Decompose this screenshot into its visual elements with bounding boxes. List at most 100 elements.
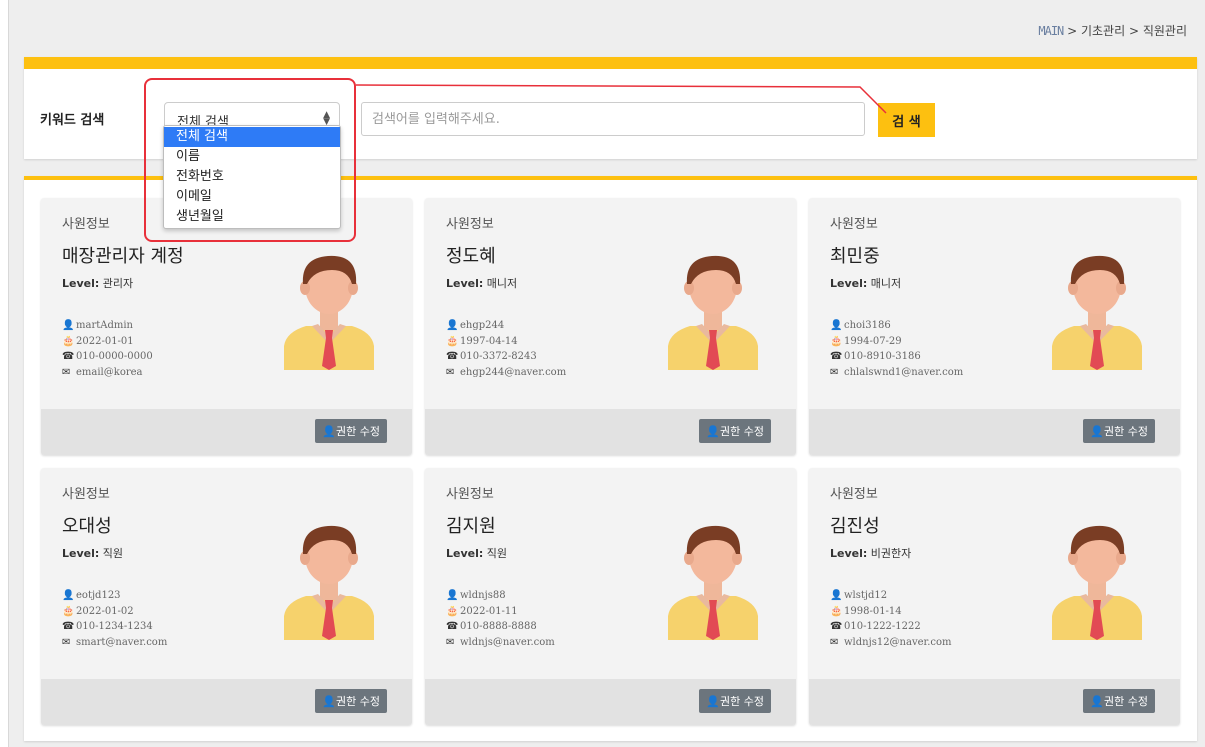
edit-permission-label: 권한 수정	[336, 695, 380, 708]
card-footer: 👤권한 수정	[425, 679, 796, 725]
breadcrumb-level1[interactable]: 기초관리	[1081, 24, 1125, 38]
user-icon: 👤	[322, 425, 337, 438]
envelope-icon: ✉	[446, 366, 455, 378]
user-icon: 👤	[830, 320, 843, 331]
employee-level: Level: 비권한자	[830, 545, 911, 561]
user-icon: 👤	[706, 695, 721, 708]
employee-avatar-icon	[668, 255, 758, 370]
employee-card: 사원정보 오대성 Level: 직원 👤 eotjd123 🎂 2022-01-02…	[41, 468, 412, 725]
employee-name: 매장관리자 계정	[62, 246, 184, 267]
employee-phone: 010-1222-1222	[844, 621, 921, 632]
employee-phone: 010-3372-8243	[460, 351, 537, 362]
left-edge-bar	[0, 0, 9, 747]
employee-date: 2022-01-01	[76, 335, 134, 347]
edit-permission-button[interactable]: 👤권한 수정	[1083, 419, 1155, 443]
breadcrumb: MAIN > 기초관리 > 직원관리	[1038, 22, 1187, 39]
employee-email: chlalswnd1@naver.com	[844, 366, 964, 378]
card-title: 사원정보	[62, 217, 110, 232]
card-footer: 👤권한 수정	[809, 409, 1180, 455]
dropdown-option-email[interactable]: 이메일	[164, 187, 340, 207]
employee-date: 2022-01-11	[460, 605, 518, 617]
employee-avatar-icon	[1052, 525, 1142, 640]
employee-level: Level: 직원	[62, 545, 123, 561]
breadcrumb-root[interactable]: MAIN	[1038, 24, 1064, 38]
birthday-cake-icon: 🎂	[830, 335, 843, 347]
edit-permission-label: 권한 수정	[1104, 425, 1148, 438]
card-footer: 👤권한 수정	[41, 409, 412, 455]
employee-phone: 010-1234-1234	[76, 621, 153, 632]
edit-permission-label: 권한 수정	[336, 425, 380, 438]
employee-phone: 010-8910-3186	[844, 351, 921, 362]
birthday-cake-icon: 🎂	[830, 605, 843, 617]
edit-permission-button[interactable]: 👤권한 수정	[315, 419, 387, 443]
card-title: 사원정보	[830, 217, 878, 232]
user-icon: 👤	[830, 590, 843, 601]
employee-avatar-icon	[668, 525, 758, 640]
breadcrumb-separator: >	[1063, 24, 1081, 38]
employee-info: 👤 ehgp244 🎂 1997-04-14 ☎ 010-3372-8243 ✉ ehg…	[446, 318, 566, 380]
employee-card: 사원정보 김진성 Level: 비권한자 👤 wlstjd12 🎂 1998-01-…	[809, 468, 1180, 725]
dropdown-option-birthdate[interactable]: 생년월일	[164, 207, 340, 227]
edit-permission-button[interactable]: 👤권한 수정	[699, 689, 771, 713]
envelope-icon: ✉	[830, 366, 839, 378]
level-label: Level:	[62, 547, 100, 560]
birthday-cake-icon: 🎂	[62, 605, 75, 617]
user-icon: 👤	[322, 695, 337, 708]
phone-icon: ☎	[446, 351, 459, 362]
phone-icon: ☎	[62, 351, 75, 362]
edit-permission-label: 권한 수정	[1104, 695, 1148, 708]
breadcrumb-level2: 직원관리	[1142, 24, 1187, 38]
employee-date: 1998-01-14	[844, 605, 902, 617]
level-value: 관리자	[102, 277, 134, 290]
birthday-cake-icon: 🎂	[62, 335, 75, 347]
employee-email: wldnjs12@naver.com	[844, 636, 952, 648]
employee-date: 1994-07-29	[844, 335, 902, 347]
sort-arrows-icon: ▲ ▼	[323, 110, 330, 127]
employee-email: wldnjs@naver.com	[460, 636, 555, 648]
level-value: 비권한자	[870, 547, 912, 560]
dropdown-option-all[interactable]: 전체 검색	[164, 127, 340, 147]
employee-level: Level: 관리자	[62, 275, 133, 291]
edit-permission-button[interactable]: 👤권한 수정	[699, 419, 771, 443]
level-value: 매니저	[870, 277, 902, 290]
employee-card: 사원정보 최민중 Level: 매니저 👤 choi3186 🎂 1994-07-2…	[809, 198, 1180, 455]
card-footer: 👤권한 수정	[809, 679, 1180, 725]
card-title: 사원정보	[830, 487, 878, 502]
phone-icon: ☎	[62, 621, 75, 632]
employee-info: 👤 eotjd123 🎂 2022-01-02 ☎ 010-1234-1234 ✉ sm…	[62, 588, 167, 650]
envelope-icon: ✉	[446, 636, 455, 648]
edit-permission-button[interactable]: 👤권한 수정	[315, 689, 387, 713]
employee-id: ehgp244	[460, 320, 505, 331]
card-title: 사원정보	[62, 487, 110, 502]
phone-icon: ☎	[446, 621, 459, 632]
level-value: 직원	[102, 547, 124, 560]
user-icon: 👤	[1090, 425, 1105, 438]
employee-avatar-icon	[284, 255, 374, 370]
card-footer: 👤권한 수정	[425, 409, 796, 455]
employee-level: Level: 매니저	[446, 275, 517, 291]
employee-id: choi3186	[844, 320, 891, 331]
level-value: 매니저	[486, 277, 518, 290]
level-label: Level:	[830, 277, 868, 290]
envelope-icon: ✉	[62, 636, 71, 648]
employee-date: 2022-01-02	[76, 605, 134, 617]
user-icon: 👤	[62, 320, 75, 331]
card-title: 사원정보	[446, 487, 494, 502]
birthday-cake-icon: 🎂	[446, 605, 459, 617]
employee-id: eotjd123	[76, 590, 121, 601]
dropdown-option-name[interactable]: 이름	[164, 147, 340, 167]
birthday-cake-icon: 🎂	[446, 335, 459, 347]
employee-level: Level: 직원	[446, 545, 507, 561]
employee-id: martAdmin	[76, 320, 133, 331]
dropdown-option-phone[interactable]: 전화번호	[164, 167, 340, 187]
edit-permission-button[interactable]: 👤권한 수정	[1083, 689, 1155, 713]
search-input[interactable]	[361, 102, 865, 136]
user-icon: 👤	[446, 590, 459, 601]
employee-level: Level: 매니저	[830, 275, 901, 291]
employee-info: 👤 martAdmin 🎂 2022-01-01 ☎ 010-0000-0000 ✉ e…	[62, 318, 153, 380]
breadcrumb-separator: >	[1125, 24, 1143, 38]
employee-email: smart@naver.com	[76, 636, 168, 648]
phone-icon: ☎	[830, 621, 843, 632]
employee-name: 오대성	[62, 516, 112, 537]
search-button[interactable]: 검 색	[878, 103, 935, 137]
